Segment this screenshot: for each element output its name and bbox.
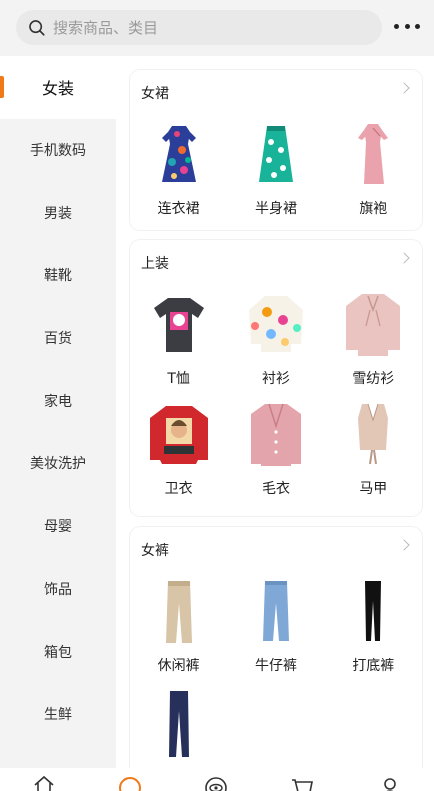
sidebar-item-label: 饰品	[44, 581, 72, 598]
section-card-tops: 上装 T恤 衬衫 雪纺衫 卫衣 毛衣 马甲	[130, 240, 422, 516]
sidebar-item-accessories[interactable]: 饰品	[0, 558, 116, 621]
product-label: 休闲裤	[157, 658, 200, 674]
bottom-tab-bar	[0, 768, 434, 791]
chiffon-blouse-icon	[338, 290, 408, 360]
cart-icon[interactable]	[290, 774, 314, 791]
tshirt-icon	[144, 290, 214, 360]
sidebar-item-appliances[interactable]: 家电	[0, 369, 116, 432]
sidebar-item-womens-clothing[interactable]: 女装	[0, 56, 116, 119]
product-label: 打底裤	[352, 658, 395, 674]
eye-icon[interactable]	[204, 774, 228, 791]
sidebar-item-label: 家电	[44, 393, 72, 410]
sidebar-item-label: 美妆洗护	[30, 456, 86, 473]
product-item[interactable]: 连衣裙	[134, 120, 224, 218]
product-item[interactable]: 牛仔裤	[231, 577, 321, 675]
sidebar-item-shoes[interactable]: 鞋靴	[0, 244, 116, 307]
sweater-icon	[241, 400, 311, 470]
product-item[interactable]: 休闲裤	[134, 577, 224, 675]
leggings-icon	[338, 577, 408, 647]
product-item[interactable]: 旗袍	[328, 120, 418, 218]
product-item[interactable]: 马甲	[328, 400, 418, 498]
section-title: 女裤	[141, 543, 169, 559]
product-label: 衬衫	[261, 371, 290, 387]
product-item[interactable]: 毛衣	[231, 400, 321, 498]
profile-icon[interactable]	[378, 774, 402, 791]
product-item[interactable]	[134, 687, 224, 765]
category-content: 女裙 连衣裙 半身裙 旗袍 上装 T恤 衬衫 雪纺衫 卫衣 毛衣 马甲 女裤 休…	[116, 56, 434, 768]
green-skirt-icon	[241, 120, 311, 190]
section-card-pants: 女裤 休闲裤 牛仔裤 打底裤	[130, 527, 422, 768]
product-label: T恤	[167, 371, 190, 387]
jeans-icon	[241, 577, 311, 647]
search-input[interactable]	[53, 18, 353, 37]
product-label: 连衣裙	[157, 201, 200, 217]
product-label: 毛衣	[261, 481, 290, 497]
product-label: 半身裙	[254, 201, 297, 217]
search-icon	[29, 19, 45, 36]
chevron-right-icon[interactable]	[398, 539, 410, 551]
shirt-icon	[241, 290, 311, 360]
category-sidebar: 女装 手机数码 男装 鞋靴 百货 家电 美妆洗护 母婴 饰品 箱包 生鲜	[0, 56, 116, 768]
category-icon[interactable]	[118, 774, 142, 791]
sidebar-item-label: 百货	[44, 331, 72, 348]
sidebar-item-digital[interactable]: 手机数码	[0, 119, 116, 182]
product-item[interactable]: T恤	[134, 290, 224, 388]
search-bar[interactable]	[16, 10, 382, 45]
product-item[interactable]: 衬衫	[231, 290, 321, 388]
sidebar-item-label: 鞋靴	[44, 268, 72, 285]
sidebar-item-fresh[interactable]: 生鲜	[0, 683, 116, 746]
trousers-icon	[144, 687, 214, 757]
chevron-right-icon[interactable]	[398, 252, 410, 264]
product-label: 旗袍	[359, 201, 388, 217]
sidebar-item-label: 母婴	[44, 519, 72, 536]
vest-icon	[338, 400, 408, 470]
sweatshirt-icon	[144, 400, 214, 470]
sidebar-item-menswear[interactable]: 男装	[0, 181, 116, 244]
product-item[interactable]: 打底裤	[328, 577, 418, 675]
product-label: 卫衣	[164, 481, 193, 497]
section-card-skirts: 女裙 连衣裙 半身裙 旗袍	[130, 70, 422, 230]
top-bar	[0, 0, 434, 56]
section-title: 女裙	[141, 86, 169, 102]
product-item[interactable]: 雪纺衫	[328, 290, 418, 388]
qipao-icon	[338, 120, 408, 190]
chevron-right-icon[interactable]	[398, 82, 410, 94]
sidebar-item-bags[interactable]: 箱包	[0, 620, 116, 683]
sidebar-item-general[interactable]: 百货	[0, 307, 116, 370]
product-label: 雪纺衫	[352, 371, 395, 387]
sidebar-item-label: 女装	[41, 79, 74, 99]
sidebar-item-beauty[interactable]: 美妆洗护	[0, 432, 116, 495]
more-icon[interactable]	[394, 16, 420, 36]
sidebar-item-label: 箱包	[44, 644, 72, 661]
section-title: 上装	[141, 256, 169, 272]
product-item[interactable]: 卫衣	[134, 400, 224, 498]
floral-dress-icon	[144, 120, 214, 190]
casual-pants-icon	[144, 577, 214, 647]
product-label: 牛仔裤	[254, 658, 297, 674]
home-icon[interactable]	[32, 774, 56, 791]
sidebar-item-label: 生鲜	[44, 707, 72, 724]
product-item[interactable]: 半身裙	[231, 120, 321, 218]
sidebar-item-label: 手机数码	[30, 143, 86, 160]
product-label: 马甲	[359, 481, 388, 497]
sidebar-item-label: 男装	[44, 205, 72, 222]
sidebar-item-baby[interactable]: 母婴	[0, 495, 116, 558]
